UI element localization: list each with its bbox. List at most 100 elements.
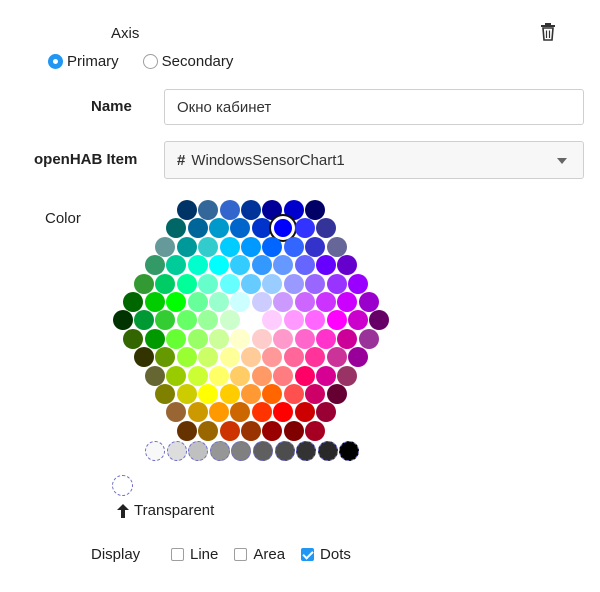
color-swatch[interactable]	[144, 328, 165, 349]
color-swatch[interactable]	[326, 347, 347, 368]
gray-swatch[interactable]	[231, 441, 252, 461]
color-swatch[interactable]	[283, 347, 304, 368]
color-swatch[interactable]	[251, 365, 272, 386]
chevron-down-icon[interactable]	[557, 158, 567, 164]
color-swatch[interactable]	[187, 402, 208, 423]
color-swatch[interactable]	[305, 273, 326, 294]
color-swatch[interactable]	[112, 310, 133, 331]
color-swatch[interactable]	[144, 255, 165, 276]
color-swatch[interactable]	[187, 218, 208, 239]
color-swatch[interactable]	[326, 236, 347, 257]
color-swatch[interactable]	[283, 384, 304, 404]
color-swatch[interactable]	[241, 310, 261, 331]
color-swatch[interactable]	[230, 402, 251, 423]
color-swatch[interactable]	[315, 292, 336, 312]
color-swatch[interactable]	[294, 218, 315, 239]
color-swatch[interactable]	[134, 273, 154, 294]
color-swatch[interactable]	[176, 384, 197, 404]
color-swatch[interactable]	[337, 328, 358, 349]
color-swatch[interactable]	[166, 365, 187, 386]
color-swatch[interactable]	[348, 310, 368, 331]
color-swatch[interactable]	[241, 236, 261, 257]
color-swatch[interactable]	[251, 328, 272, 349]
color-swatch[interactable]	[166, 402, 187, 423]
color-swatch[interactable]	[155, 347, 176, 368]
color-swatch[interactable]	[166, 255, 187, 276]
color-swatch[interactable]	[305, 236, 326, 257]
color-swatch[interactable]	[155, 236, 176, 257]
color-swatch[interactable]	[208, 402, 229, 423]
color-swatch[interactable]	[273, 402, 294, 423]
color-swatch[interactable]	[176, 200, 197, 220]
gray-swatch[interactable]	[339, 441, 360, 461]
color-swatch[interactable]	[337, 365, 358, 386]
gray-swatch[interactable]	[274, 441, 295, 461]
color-swatch[interactable]	[166, 328, 187, 349]
color-swatch[interactable]	[198, 347, 219, 368]
color-swatch[interactable]	[176, 420, 197, 441]
color-swatch[interactable]	[251, 218, 272, 239]
color-swatch[interactable]	[337, 292, 358, 312]
color-swatch[interactable]	[283, 310, 304, 331]
color-swatch[interactable]	[187, 365, 208, 386]
color-swatch[interactable]	[208, 218, 229, 239]
color-swatch[interactable]	[283, 236, 304, 257]
checkbox-line[interactable]: Line	[171, 546, 218, 563]
color-swatch[interactable]	[166, 218, 187, 239]
color-swatch[interactable]	[166, 292, 187, 312]
color-swatch[interactable]	[134, 310, 154, 331]
color-swatch[interactable]	[241, 384, 261, 404]
color-swatch[interactable]	[315, 328, 336, 349]
color-swatch[interactable]	[262, 420, 283, 441]
color-swatch[interactable]	[305, 347, 326, 368]
name-input[interactable]	[164, 89, 584, 125]
color-swatch[interactable]	[251, 255, 272, 276]
color-swatch[interactable]	[358, 292, 379, 312]
color-swatch[interactable]	[208, 292, 229, 312]
color-swatch[interactable]	[198, 200, 219, 220]
color-swatch[interactable]	[305, 310, 326, 331]
transparent-swatch[interactable]	[112, 475, 133, 496]
color-swatch[interactable]	[241, 420, 261, 441]
color-swatch[interactable]	[369, 310, 390, 331]
radio-primary[interactable]: Primary	[48, 53, 119, 70]
color-swatch[interactable]	[198, 236, 219, 257]
color-swatch[interactable]	[241, 200, 261, 220]
checkbox-line-box[interactable]	[171, 548, 184, 561]
gray-swatch[interactable]	[296, 441, 317, 461]
gray-swatch[interactable]	[166, 441, 187, 461]
color-swatch[interactable]	[273, 328, 294, 349]
color-swatch[interactable]	[326, 310, 347, 331]
gray-swatch[interactable]	[188, 441, 209, 461]
color-swatch[interactable]	[198, 420, 219, 441]
color-swatch[interactable]	[262, 273, 283, 294]
color-swatch[interactable]	[187, 328, 208, 349]
color-swatch[interactable]	[219, 384, 240, 404]
color-swatch[interactable]	[294, 402, 315, 423]
color-swatch[interactable]	[326, 384, 347, 404]
color-swatch[interactable]	[176, 273, 197, 294]
color-swatch[interactable]	[155, 310, 176, 331]
color-swatch[interactable]	[251, 292, 272, 312]
color-swatch[interactable]	[262, 310, 283, 331]
color-swatch[interactable]	[305, 384, 326, 404]
color-swatch[interactable]	[273, 292, 294, 312]
color-swatch[interactable]	[262, 236, 283, 257]
color-swatch[interactable]	[134, 347, 154, 368]
color-swatch[interactable]	[262, 347, 283, 368]
color-swatch[interactable]	[198, 384, 219, 404]
radio-secondary[interactable]: Secondary	[142, 53, 233, 70]
color-swatch[interactable]	[198, 310, 219, 331]
color-swatch[interactable]	[230, 292, 251, 312]
color-swatch[interactable]	[348, 347, 368, 368]
color-swatch[interactable]	[230, 218, 251, 239]
color-swatch[interactable]	[315, 402, 336, 423]
color-swatch[interactable]	[262, 384, 283, 404]
gray-swatch[interactable]	[317, 441, 338, 461]
radio-secondary-indicator[interactable]	[142, 54, 158, 69]
color-swatch[interactable]	[219, 200, 240, 220]
color-swatch[interactable]	[144, 292, 165, 312]
checkbox-dots-box[interactable]	[301, 548, 315, 561]
gray-swatch[interactable]	[253, 441, 273, 461]
color-swatch[interactable]	[176, 310, 197, 331]
